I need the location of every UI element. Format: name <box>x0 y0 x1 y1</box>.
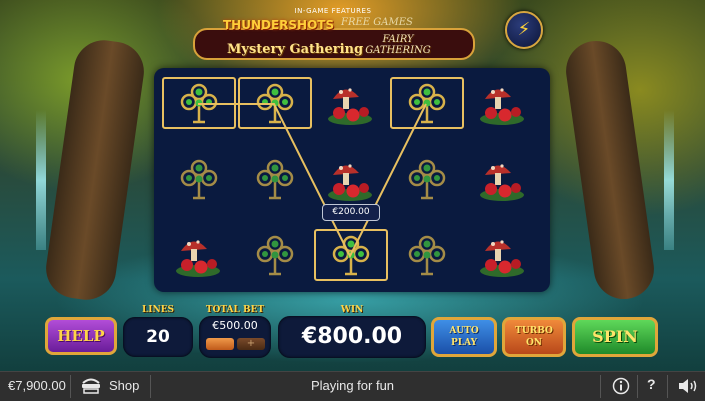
auto-play-line2: PLAY <box>450 338 478 348</box>
thundershots-button[interactable]: ⚡ <box>505 11 543 49</box>
in-game-features-banner: IN-GAME FEATURES THUNDERSHOTS FREE GAMES… <box>193 4 475 64</box>
winning-symbol-frame <box>390 77 464 129</box>
mushroom-rose-symbol-icon <box>176 240 220 277</box>
gathering-word: GATHERING <box>365 45 431 56</box>
auto-play-button[interactable]: AUTO PLAY <box>431 317 497 357</box>
mushroom-rose-symbol-icon <box>480 88 524 125</box>
mushroom-rose-symbol-icon <box>328 164 372 201</box>
win-value: €800.00 <box>278 316 426 358</box>
reel-cell <box>474 79 530 129</box>
tree-trunk-right <box>562 37 658 303</box>
turbo-line1: TURBO <box>515 326 553 336</box>
divider <box>637 375 638 398</box>
help-button[interactable]: HELP <box>45 317 117 355</box>
clover-symbol-icon <box>256 159 294 200</box>
total-bet-panel: €500.00 + <box>199 316 271 358</box>
reel-cell <box>322 155 378 205</box>
win-label: WIN <box>340 305 364 315</box>
bet-increase-button[interactable]: + <box>237 338 265 350</box>
winning-symbol-frame <box>162 77 236 129</box>
reel-cell <box>246 155 302 205</box>
fairy-gathering-feature: FAIRY GATHERING <box>363 34 433 56</box>
winning-symbol-frame <box>314 229 388 281</box>
reel-grid <box>154 68 550 292</box>
total-bet-value: €500.00 <box>212 319 258 332</box>
divider <box>600 375 601 398</box>
info-icon[interactable] <box>612 377 630 395</box>
spin-button[interactable]: SPIN <box>572 317 658 357</box>
reel-cell <box>398 155 454 205</box>
reel-cell <box>322 79 378 129</box>
waterfall-left <box>36 110 46 250</box>
thundershots-logo: THUNDERSHOTS <box>223 18 335 32</box>
waterfall-right <box>664 110 674 250</box>
total-bet-label: TOTAL BET <box>205 305 265 315</box>
divider <box>667 375 668 398</box>
reel-cell <box>474 231 530 281</box>
winning-symbol-frame <box>238 77 312 129</box>
clover-symbol-icon <box>408 235 446 276</box>
mushroom-rose-symbol-icon <box>480 240 524 277</box>
help-icon[interactable]: ? <box>647 376 656 392</box>
mushroom-rose-symbol-icon <box>480 164 524 201</box>
reel-cell <box>246 231 302 281</box>
reel-cell <box>474 155 530 205</box>
mystery-gathering-feature: Mystery Gathering <box>227 42 364 57</box>
reel-cell <box>170 155 226 205</box>
turbo-button[interactable]: TURBO ON <box>502 317 566 357</box>
line-win-amount: €200.00 <box>322 204 380 221</box>
tree-trunk-left <box>42 36 148 304</box>
reel-cell <box>170 231 226 281</box>
clover-symbol-icon <box>256 235 294 276</box>
lines-value: 20 <box>123 317 193 357</box>
auto-play-line1: AUTO <box>449 326 479 336</box>
bet-decrease-button[interactable] <box>206 338 234 350</box>
mushroom-rose-symbol-icon <box>328 88 372 125</box>
lines-label: LINES <box>141 305 175 315</box>
lightning-bolt-icon: ⚡ <box>517 19 531 40</box>
reel-cell <box>398 231 454 281</box>
clover-symbol-icon <box>180 159 218 200</box>
bottom-bar: €7,900.00 Shop Playing for fun ? <box>0 371 705 401</box>
volume-icon[interactable] <box>678 378 698 394</box>
clover-symbol-icon <box>408 159 446 200</box>
features-header: IN-GAME FEATURES <box>294 7 372 15</box>
fairy-word: FAIRY <box>382 34 414 45</box>
turbo-line2: ON <box>525 338 543 348</box>
free-games-label: FREE GAMES <box>341 17 413 28</box>
